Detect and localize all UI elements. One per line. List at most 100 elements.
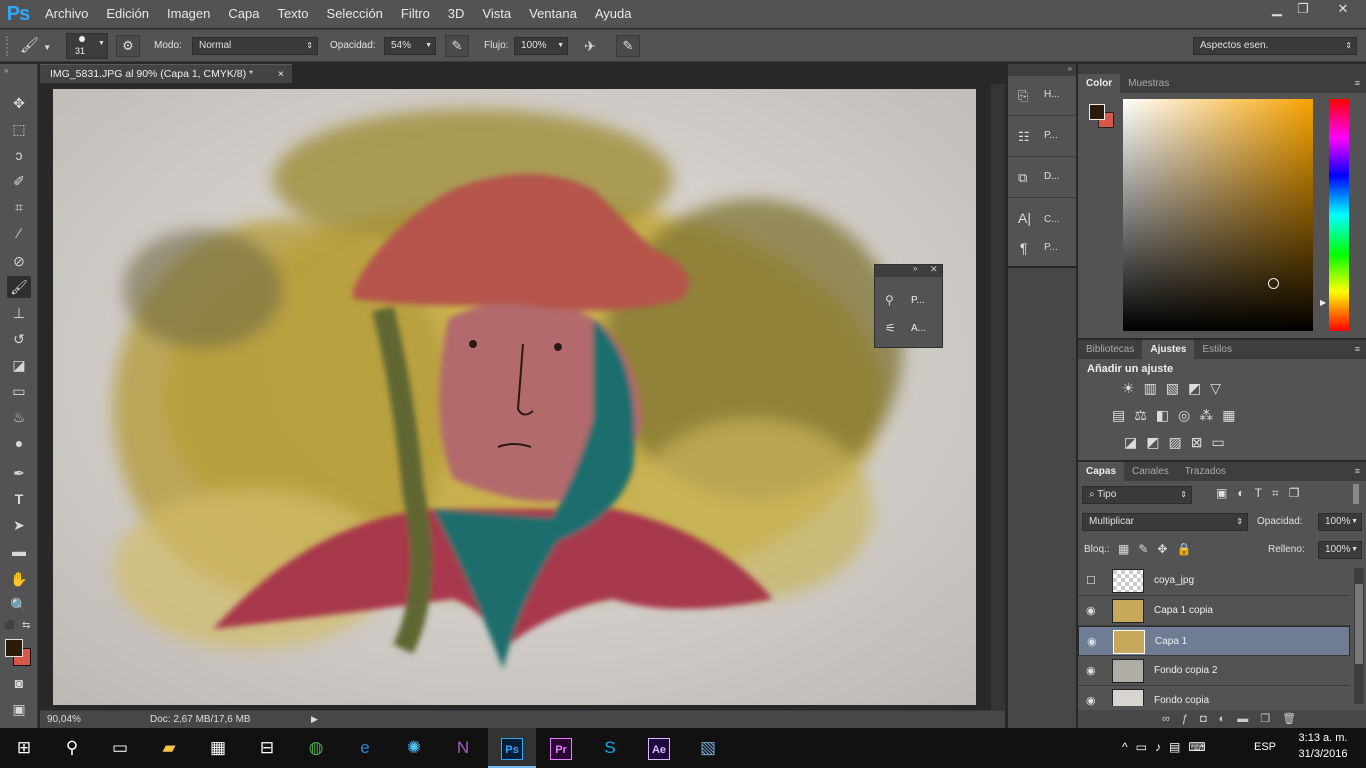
shape-filter-icon[interactable]: ⌗ — [1272, 486, 1289, 500]
taskbar-store[interactable]: ⊟ — [243, 728, 291, 768]
properties-panel-button[interactable]: ☷ P... — [1008, 117, 1076, 157]
history-panel-button[interactable]: ⎘ H... — [1008, 76, 1076, 116]
character-icon[interactable]: A| — [1018, 210, 1031, 226]
menu-ventana[interactable]: Ventana — [520, 0, 586, 28]
start-button[interactable]: ⊞ — [0, 728, 48, 768]
taskbar-chrome[interactable]: ◍ — [292, 728, 340, 768]
threshold-icon[interactable]: ▨ — [1168, 434, 1190, 450]
color-foreground-swatch[interactable] — [1089, 104, 1105, 120]
zoom-tool[interactable]: 🔍 — [7, 594, 31, 616]
posterize-icon[interactable]: ◩ — [1146, 434, 1168, 450]
brush-presets-icon[interactable]: ⚲ — [885, 293, 894, 307]
tab-muestras[interactable]: Muestras — [1120, 74, 1177, 93]
taskbar-skype[interactable]: S — [586, 728, 634, 768]
color-lookup-icon[interactable]: ▦ — [1222, 407, 1244, 423]
clock-date[interactable]: 31/3/2016 — [1296, 748, 1350, 760]
curves-icon[interactable]: ▧ — [1166, 380, 1188, 396]
search-button[interactable]: ⚲ — [48, 728, 96, 768]
gradient-tool[interactable]: ▭ — [7, 380, 31, 402]
eraser-tool[interactable]: ◪ — [7, 354, 31, 376]
paragraph-panel-label[interactable]: P... — [1044, 242, 1058, 253]
marquee-tool[interactable]: ⬚ — [7, 118, 31, 140]
hue-slider[interactable] — [1329, 99, 1349, 331]
panel-menu-icon[interactable]: ≡ — [1355, 78, 1360, 88]
lock-paint-icon[interactable]: ✎ — [1138, 542, 1157, 556]
lock-position-icon[interactable]: ✥ — [1157, 542, 1176, 556]
blur-tool[interactable]: ♨ — [7, 406, 31, 428]
lock-transparency-icon[interactable]: ▦ — [1118, 542, 1138, 556]
taskbar-edge[interactable]: e — [341, 728, 389, 768]
eye-icon[interactable]: ◉ — [1086, 686, 1102, 706]
default-colors-icon[interactable]: ⬛ — [4, 620, 15, 631]
airbrush-button[interactable]: ✈ — [578, 35, 602, 57]
eyedropper-tool[interactable]: ⁄ — [7, 222, 31, 244]
menu-edicion[interactable]: Edición — [97, 0, 158, 28]
smart-filter-icon[interactable]: ❐ — [1289, 486, 1310, 500]
notifications-icon[interactable]: ▤ — [1169, 740, 1188, 754]
task-view-button[interactable]: ▭ — [96, 728, 144, 768]
tab-color[interactable]: Color — [1078, 74, 1121, 93]
color-picker-cursor[interactable] — [1268, 278, 1279, 289]
layers-scrollbar-thumb[interactable] — [1355, 584, 1363, 664]
pixel-filter-icon[interactable]: ▣ — [1216, 486, 1237, 500]
battery-icon[interactable]: ▭ — [1136, 740, 1155, 754]
layer-row-selected[interactable]: ◉ Capa 1 — [1078, 626, 1350, 656]
mid-panel-header[interactable]: » — [1008, 64, 1076, 76]
collapse-icon[interactable]: » — [913, 264, 917, 273]
taskbar-onenote[interactable]: N — [439, 728, 487, 768]
invert-icon[interactable]: ◪ — [1124, 434, 1146, 450]
move-tool[interactable]: ✥ — [7, 92, 31, 114]
crop-tool[interactable]: ⌗ — [7, 196, 31, 218]
channel-mixer-icon[interactable]: ⁂ — [1199, 407, 1222, 423]
hand-tool[interactable]: ✋ — [7, 568, 31, 590]
folder-icon[interactable]: ▬ — [1237, 713, 1260, 725]
menu-texto[interactable]: Texto — [268, 0, 317, 28]
close-tab-icon[interactable]: × — [278, 65, 284, 83]
lasso-tool[interactable]: ↄ — [7, 144, 31, 166]
layer-row[interactable]: ◉ Fondo copia — [1078, 686, 1350, 706]
workspace-select[interactable]: Aspectos esen. ⇕ — [1193, 37, 1357, 55]
menu-ayuda[interactable]: Ayuda — [586, 0, 641, 28]
saturation-brightness-field[interactable] — [1123, 99, 1313, 331]
clone-stamp-tool[interactable]: ⊥ — [7, 302, 31, 324]
layer-filter-select[interactable]: ⌕ Tipo ⇕ — [1082, 486, 1192, 504]
brush-panel-toggle-button[interactable]: ⚙ — [116, 35, 140, 57]
volume-icon[interactable]: ♪ — [1155, 740, 1169, 754]
taskbar-photos[interactable]: ▧ — [684, 728, 732, 768]
screen-mode-button[interactable]: ▣ — [7, 698, 31, 720]
keyboard-icon[interactable]: ⌨ — [1188, 740, 1213, 754]
rectangle-tool[interactable]: ▬ — [7, 540, 31, 562]
zoom-level[interactable]: 90,04% — [47, 711, 81, 728]
dodge-tool[interactable]: ● — [7, 432, 31, 454]
clock-time[interactable]: 3:13 a. m. — [1296, 732, 1350, 744]
status-menu-arrow-icon[interactable]: ▶ — [311, 711, 318, 728]
fill-input[interactable]: 100% ▼ — [1318, 541, 1362, 559]
pen-tool[interactable]: ✒ — [7, 462, 31, 484]
swap-colors-icon[interactable]: ⇆ — [22, 620, 30, 631]
eye-icon[interactable]: ◉ — [1086, 656, 1102, 686]
swatches-panel-button[interactable]: ⧉ D... — [1008, 158, 1076, 198]
hue-saturation-icon[interactable]: ▤ — [1112, 407, 1134, 423]
character-panel-label[interactable]: C... — [1044, 214, 1060, 225]
path-selection-tool[interactable]: ➤ — [7, 514, 31, 536]
selective-color-icon[interactable]: ⊠ — [1191, 434, 1212, 450]
brush-settings-label[interactable]: A... — [911, 323, 926, 334]
artwork-canvas[interactable] — [53, 89, 976, 705]
flow-input[interactable]: 100% ▼ — [514, 37, 568, 55]
pressure-opacity-button[interactable]: ✎ — [445, 35, 469, 57]
vibrance-icon[interactable]: ▽ — [1210, 380, 1230, 396]
eye-icon[interactable]: ◉ — [1086, 596, 1102, 626]
filter-toggle[interactable] — [1353, 484, 1359, 504]
close-button[interactable]: ✕ — [1320, 0, 1366, 20]
floating-panel-header[interactable]: » ✕ — [875, 264, 942, 277]
brush-presets-label[interactable]: P... — [911, 295, 925, 306]
photo-filter-icon[interactable]: ◎ — [1178, 407, 1199, 423]
type-tool[interactable]: T — [7, 488, 31, 510]
foreground-color-swatch[interactable] — [5, 639, 23, 657]
history-brush-tool[interactable]: ↺ — [7, 328, 31, 350]
menu-vista[interactable]: Vista — [473, 0, 520, 28]
brush-tool-preset-picker[interactable]: 🖌 ▼ — [20, 35, 58, 57]
healing-brush-tool[interactable]: ⊘ — [7, 250, 31, 272]
link-icon[interactable]: ∞ — [1162, 713, 1182, 725]
language-indicator[interactable]: ESP — [1254, 741, 1276, 753]
